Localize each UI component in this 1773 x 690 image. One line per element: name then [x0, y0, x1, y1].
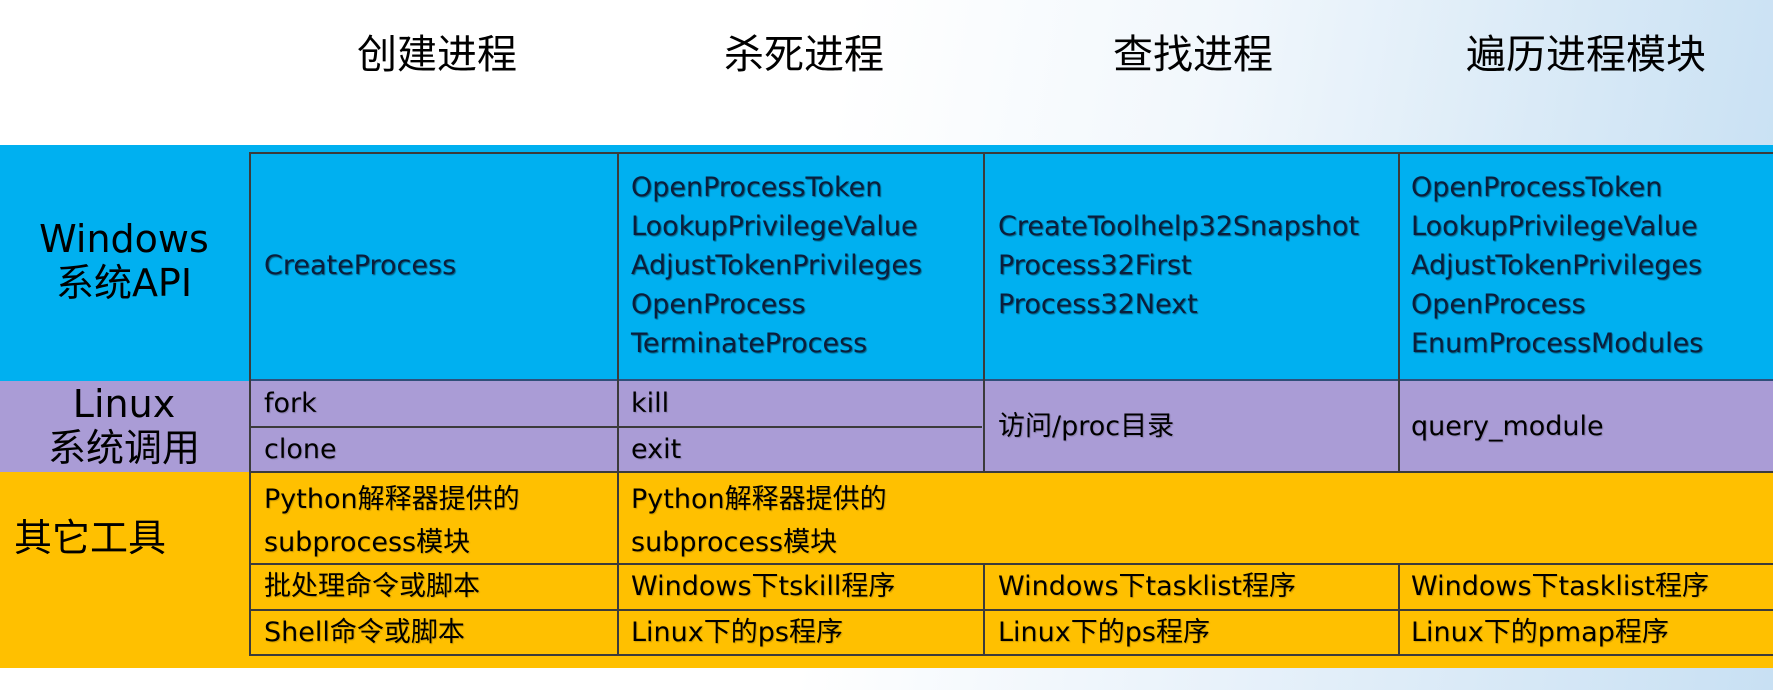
grid-line [1398, 563, 1400, 656]
row-label-linux: Linux 系统调用 [0, 382, 248, 470]
column-title-find: 查找进程 [1113, 32, 1273, 78]
grid-line [983, 152, 985, 473]
cell-other-modules-pmap: Linux下的pmap程序 [1411, 617, 1669, 648]
tool-item: subprocess模块 [264, 527, 471, 558]
grid-line [983, 563, 985, 656]
row-label-windows-line1: Windows [39, 217, 209, 261]
cell-other-kill-ps: Linux下的ps程序 [631, 617, 843, 648]
cell-other-create-batch: 批处理命令或脚本 [264, 571, 480, 602]
api-item: LookupPrivilegeValue [631, 211, 918, 242]
api-item: EnumProcessModules [1411, 328, 1704, 359]
row-label-other: 其它工具 [13, 516, 166, 560]
row-label-linux-line1: Linux [72, 382, 176, 426]
api-item: OpenProcess [1411, 289, 1586, 320]
grid-line [249, 426, 982, 428]
api-item: Process32First [998, 250, 1192, 281]
api-item: CreateToolhelp32Snapshot [998, 211, 1360, 242]
row-label-windows-line2: 系统API [55, 261, 193, 305]
cell-windows-find: CreateToolhelp32Snapshot Process32First … [998, 207, 1359, 324]
grid-line [249, 654, 1773, 656]
tool-item: Python解释器提供的 [631, 484, 887, 515]
cell-other-kill-python: Python解释器提供的 subprocess模块 [631, 478, 887, 564]
row-label-windows: Windows 系统API [0, 217, 248, 305]
cell-other-modules-tasklist: Windows下tasklist程序 [1411, 571, 1710, 602]
grid-line [249, 152, 251, 656]
cell-other-create-python: Python解释器提供的 subprocess模块 [264, 478, 520, 564]
grid-line [249, 152, 1773, 154]
api-item: AdjustTokenPrivileges [631, 250, 923, 281]
api-item: AdjustTokenPrivileges [1411, 250, 1703, 281]
grid-line [1398, 152, 1400, 473]
cell-other-create-shell: Shell命令或脚本 [264, 617, 465, 648]
cell-windows-modules: OpenProcessToken LookupPrivilegeValue Ad… [1411, 168, 1703, 363]
api-item: TerminateProcess [631, 328, 868, 359]
tool-item: subprocess模块 [631, 527, 838, 558]
cell-linux-kill-exit: exit [631, 434, 682, 465]
api-item: OpenProcessToken [631, 172, 883, 203]
api-item: Process32Next [998, 289, 1198, 320]
tool-item: Python解释器提供的 [264, 484, 520, 515]
cell-linux-kill-kill: kill [631, 388, 670, 419]
column-title-create: 创建进程 [357, 32, 517, 78]
api-item: OpenProcessToken [1411, 172, 1663, 203]
cell-other-find-tasklist: Windows下tasklist程序 [998, 571, 1297, 602]
api-item: CreateProcess [264, 250, 457, 281]
cell-windows-create: CreateProcess [264, 246, 456, 285]
cell-linux-create-fork: fork [264, 388, 317, 419]
row-label-linux-line2: 系统调用 [47, 426, 200, 470]
grid-line [249, 609, 1773, 611]
cell-linux-find: 访问/proc目录 [998, 411, 1175, 442]
column-title-modules: 遍历进程模块 [1466, 32, 1706, 78]
bottom-strip [0, 668, 1773, 690]
api-item: OpenProcess [631, 289, 806, 320]
cell-windows-kill: OpenProcessToken LookupPrivilegeValue Ad… [631, 168, 922, 363]
grid-line [249, 471, 1773, 473]
column-title-kill: 杀死进程 [724, 32, 884, 78]
api-item: LookupPrivilegeValue [1411, 211, 1698, 242]
grid-line [617, 152, 619, 656]
cell-other-find-ps: Linux下的ps程序 [998, 617, 1210, 648]
cell-linux-create-clone: clone [264, 434, 337, 465]
cell-other-kill-tskill: Windows下tskill程序 [631, 571, 896, 602]
column-header: 创建进程 杀死进程 查找进程 遍历进程模块 [0, 0, 1773, 145]
cell-linux-modules: query_module [1411, 411, 1604, 442]
grid-line [249, 379, 1773, 381]
